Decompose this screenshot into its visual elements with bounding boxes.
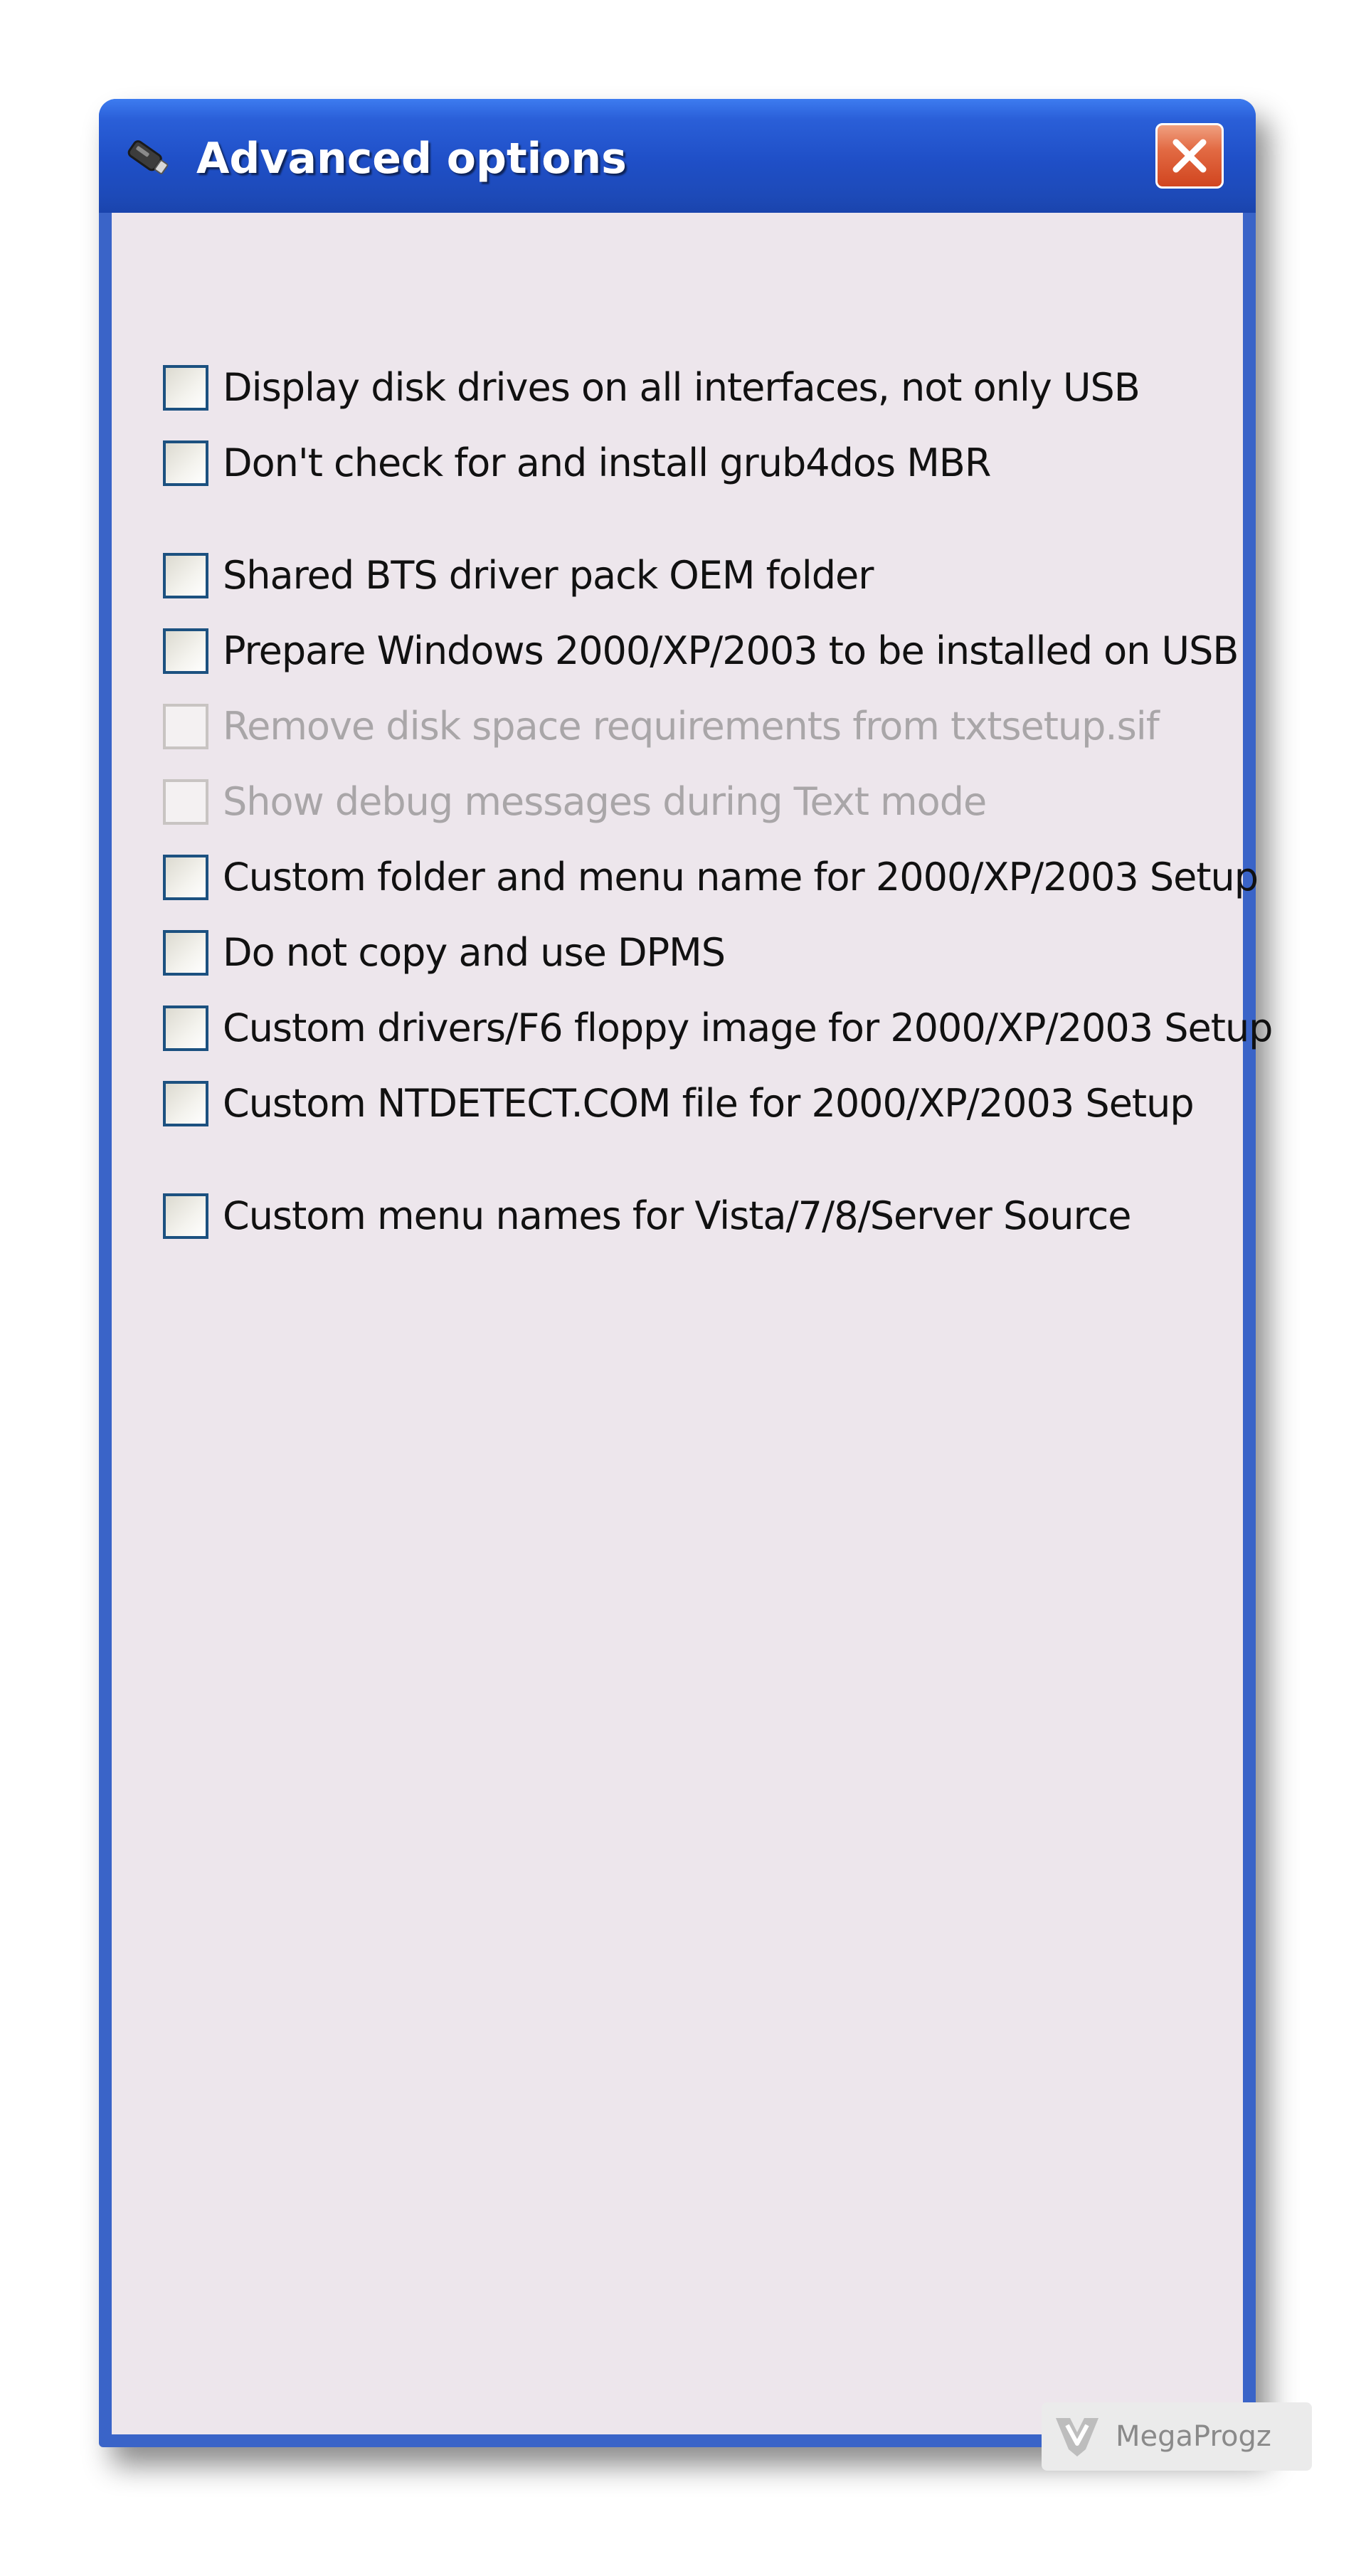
option-custom-f6-floppy[interactable]: Custom drivers/F6 floppy image for 2000/… bbox=[163, 998, 1273, 1058]
close-icon bbox=[1172, 139, 1207, 173]
checkbox[interactable] bbox=[163, 365, 208, 411]
checkbox[interactable] bbox=[163, 930, 208, 976]
option-custom-vista-menu-names[interactable]: Custom menu names for Vista/7/8/Server S… bbox=[163, 1186, 1230, 1246]
checkbox[interactable] bbox=[163, 440, 208, 486]
window-title: Advanced options bbox=[196, 134, 627, 184]
checkbox-label: Show debug messages during Text mode bbox=[223, 779, 987, 824]
checkbox-label: Don't check for and install grub4dos MBR bbox=[223, 440, 991, 485]
watermark: MegaProgz bbox=[1042, 2402, 1312, 2471]
usb-drive-icon bbox=[122, 132, 173, 183]
checkbox[interactable] bbox=[163, 855, 208, 900]
checkbox[interactable] bbox=[163, 553, 208, 598]
option-prepare-windows-usb[interactable]: Prepare Windows 2000/XP/2003 to be insta… bbox=[163, 621, 1239, 681]
checkbox-label: Custom NTDETECT.COM file for 2000/XP/200… bbox=[223, 1081, 1195, 1126]
checkbox-label: Custom folder and menu name for 2000/XP/… bbox=[223, 855, 1259, 899]
checkbox[interactable] bbox=[163, 1005, 208, 1051]
option-custom-ntdetect[interactable]: Custom NTDETECT.COM file for 2000/XP/200… bbox=[163, 1074, 1230, 1134]
checkbox[interactable] bbox=[163, 1081, 208, 1126]
checkbox-disabled bbox=[163, 779, 208, 825]
checkbox-label: Display disk drives on all interfaces, n… bbox=[223, 365, 1140, 410]
option-skip-grub4dos-mbr[interactable]: Don't check for and install grub4dos MBR bbox=[163, 433, 1230, 493]
screenshot-page: Advanced options Display disk drives on … bbox=[0, 0, 1366, 2576]
checkbox-label: Shared BTS driver pack OEM folder bbox=[223, 553, 874, 598]
checkbox-label: Do not copy and use DPMS bbox=[223, 930, 726, 975]
title-bar[interactable]: Advanced options bbox=[99, 99, 1256, 213]
option-show-debug-messages: Show debug messages during Text mode bbox=[163, 772, 1230, 832]
option-custom-folder-menu-name[interactable]: Custom folder and menu name for 2000/XP/… bbox=[163, 848, 1259, 907]
checkbox-label: Custom menu names for Vista/7/8/Server S… bbox=[223, 1193, 1131, 1238]
options-panel: Display disk drives on all interfaces, n… bbox=[112, 213, 1273, 2434]
advanced-options-dialog: Advanced options Display disk drives on … bbox=[99, 99, 1273, 2447]
checkbox-label: Remove disk space requirements from txts… bbox=[223, 704, 1160, 749]
watermark-text: MegaProgz bbox=[1116, 2420, 1271, 2453]
checkbox[interactable] bbox=[163, 628, 208, 674]
option-no-dpms[interactable]: Do not copy and use DPMS bbox=[163, 923, 1230, 983]
checkbox-disabled bbox=[163, 704, 208, 749]
checkbox-label: Custom drivers/F6 floppy image for 2000/… bbox=[223, 1005, 1273, 1050]
checkbox-label: Prepare Windows 2000/XP/2003 to be insta… bbox=[223, 628, 1239, 673]
option-remove-disk-space-req: Remove disk space requirements from txts… bbox=[163, 697, 1230, 756]
megaprogz-logo-icon bbox=[1052, 2411, 1103, 2462]
close-button[interactable] bbox=[1155, 123, 1224, 189]
option-display-all-drives[interactable]: Display disk drives on all interfaces, n… bbox=[163, 358, 1230, 418]
option-shared-bts-folder[interactable]: Shared BTS driver pack OEM folder bbox=[163, 546, 1230, 606]
checkbox[interactable] bbox=[163, 1193, 208, 1239]
